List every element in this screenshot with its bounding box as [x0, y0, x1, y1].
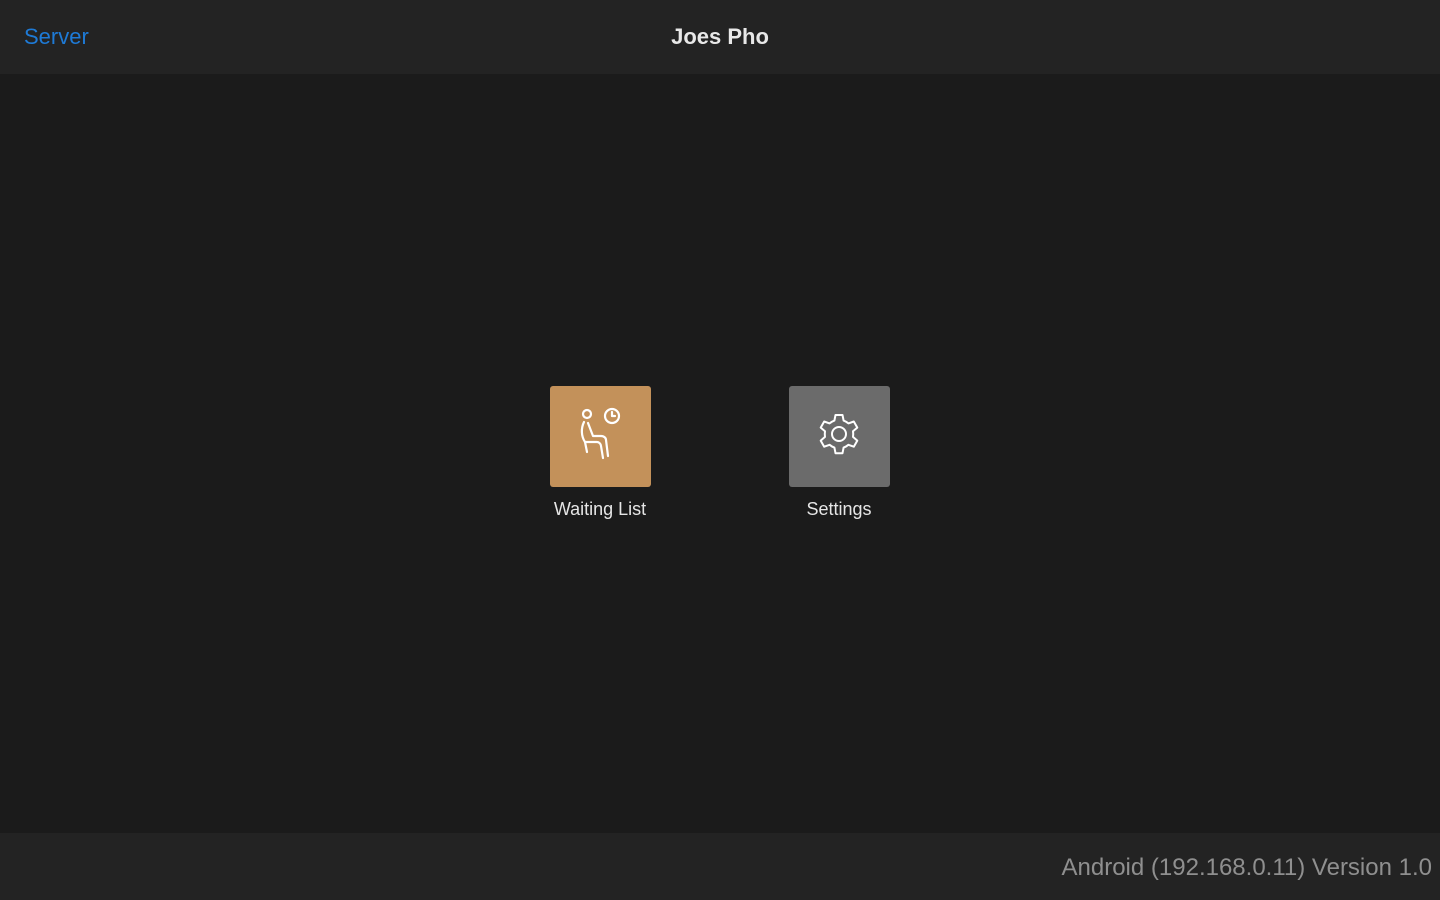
- gear-icon: [813, 408, 865, 465]
- waiting-list-button[interactable]: [549, 386, 651, 487]
- page-title: Joes Pho: [671, 24, 769, 49]
- footer-bar: Android (192.168.0.11) Version 1.0: [0, 833, 1440, 900]
- app-root: Server Joes Pho Waiting List Settings An…: [0, 0, 1440, 900]
- version-info: Android (192.168.0.11) Version 1.0: [1061, 854, 1432, 881]
- settings-label: Settings: [806, 499, 872, 519]
- waiting-list-tile[interactable]: Waiting List: [530, 386, 670, 521]
- settings-button[interactable]: [788, 386, 890, 487]
- waiting-person-clock-icon: [575, 406, 625, 467]
- settings-tile[interactable]: Settings: [769, 386, 909, 521]
- waiting-list-label: Waiting List: [553, 499, 647, 519]
- top-bar: Server Joes Pho: [0, 0, 1440, 74]
